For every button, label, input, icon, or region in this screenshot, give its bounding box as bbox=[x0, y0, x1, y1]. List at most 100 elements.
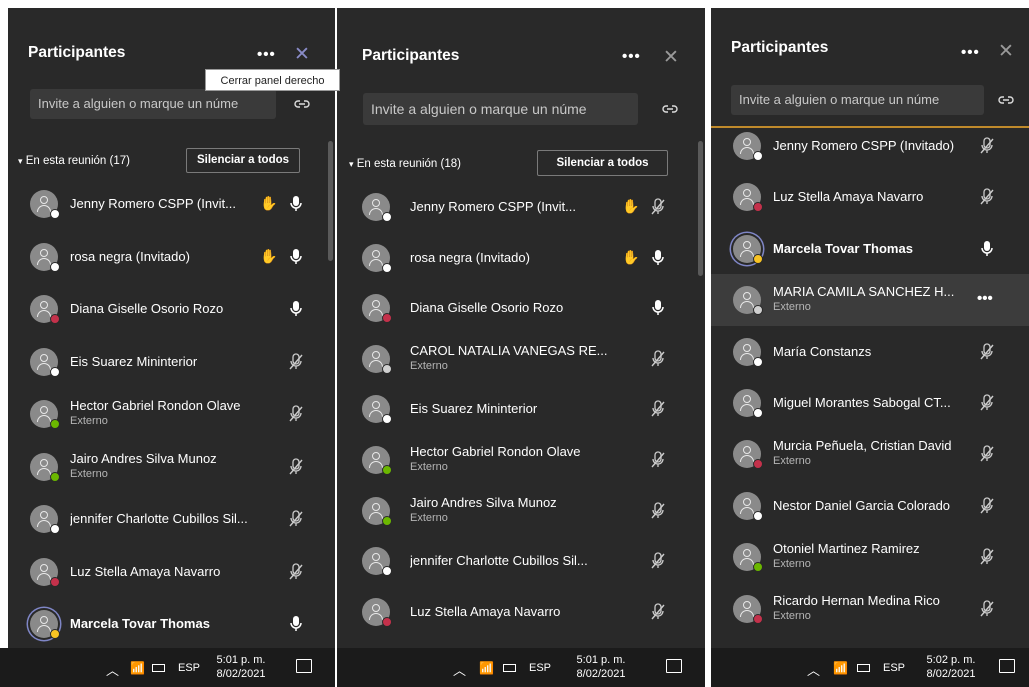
more-options-icon[interactable]: ••• bbox=[961, 44, 980, 61]
presence-status-icon bbox=[382, 313, 392, 324]
participant-subtitle: Externo bbox=[410, 461, 448, 473]
participant-row[interactable]: Eis Suarez Mininterior bbox=[8, 336, 335, 388]
participant-row[interactable]: Murcia Peñuela, Cristian David Externo bbox=[711, 428, 1029, 480]
battery-icon[interactable] bbox=[503, 664, 516, 672]
participant-subtitle: Externo bbox=[773, 609, 811, 622]
notifications-icon[interactable] bbox=[296, 659, 312, 673]
presence-status-icon bbox=[753, 510, 763, 521]
invite-input[interactable]: Invite a alguien o marque un núme bbox=[30, 89, 276, 119]
mute-all-button[interactable]: Silenciar a todos bbox=[186, 148, 300, 173]
participant-row[interactable]: rosa negra (Invitado) ✋ bbox=[8, 231, 335, 283]
participant-subtitle: Externo bbox=[773, 558, 811, 571]
close-icon[interactable]: ✕ bbox=[663, 46, 679, 69]
presence-status-icon bbox=[382, 566, 392, 577]
participant-row[interactable]: Ricardo Hernan Medina Rico Externo bbox=[711, 583, 1029, 635]
participant-row[interactable]: Luz Stella Amaya Navarro bbox=[711, 171, 1029, 223]
link-icon[interactable] bbox=[294, 99, 310, 109]
participant-row[interactable]: Luz Stella Amaya Navarro bbox=[337, 586, 705, 638]
participant-row[interactable]: Jenny Romero CSPP (Invit... ✋ bbox=[337, 181, 705, 233]
close-icon[interactable]: ✕ bbox=[998, 40, 1014, 63]
presence-status-icon bbox=[382, 414, 392, 425]
language-indicator[interactable]: ESP bbox=[178, 662, 200, 674]
notifications-icon[interactable] bbox=[999, 659, 1015, 673]
section-in-meeting[interactable]: ▾ En esta reunión (18) bbox=[349, 158, 461, 170]
clock[interactable]: 5:02 p. m. 8/02/2021 bbox=[916, 653, 986, 681]
participant-row[interactable]: Eis Suarez Mininterior bbox=[337, 383, 705, 435]
participant-row[interactable]: Jairo Andres Silva Munoz Externo bbox=[8, 441, 335, 493]
presence-status-icon bbox=[50, 471, 60, 482]
participant-row[interactable]: Diana Giselle Osorio Rozo bbox=[337, 282, 705, 334]
notifications-icon[interactable] bbox=[666, 659, 682, 673]
participant-row[interactable]: jennifer Charlotte Cubillos Sil... bbox=[8, 493, 335, 545]
presence-status-icon bbox=[382, 363, 392, 374]
raised-hand-icon: ✋ bbox=[260, 247, 278, 264]
battery-icon[interactable] bbox=[857, 664, 870, 672]
wifi-icon[interactable]: 📶 bbox=[833, 661, 848, 675]
participant-row[interactable]: jennifer Charlotte Cubillos Sil... bbox=[337, 535, 705, 587]
microphone-off-icon bbox=[650, 400, 666, 418]
participant-row[interactable]: Otoniel Martinez Ramirez Externo bbox=[711, 531, 1029, 583]
participant-row[interactable]: CAROL NATALIA VANEGAS RE... Externo bbox=[337, 333, 705, 385]
presence-status-icon bbox=[753, 202, 763, 213]
participant-row[interactable]: Jenny Romero CSPP (Invit... ✋ bbox=[8, 178, 335, 230]
presence-status-icon bbox=[382, 212, 392, 222]
microphone-off-icon bbox=[979, 445, 995, 463]
presence-status-icon bbox=[382, 465, 392, 475]
participant-name: María Constanzs bbox=[773, 343, 872, 359]
participants-panel-1: Participantes ••• ✕ Invite a alguien o m… bbox=[8, 8, 335, 687]
close-icon[interactable]: ✕ bbox=[294, 43, 310, 66]
chevron-up-icon[interactable]: ︿ bbox=[807, 660, 820, 679]
participant-row[interactable]: Jairo Andres Silva Munoz Externo bbox=[337, 485, 705, 537]
date: 8/02/2021 bbox=[926, 668, 976, 680]
time: 5:02 p. m. bbox=[926, 654, 976, 666]
participant-name: Eis Suarez Mininterior bbox=[70, 353, 198, 369]
presence-status-icon bbox=[50, 629, 60, 639]
participant-row[interactable]: Nestor Daniel Garcia Colorado bbox=[711, 480, 1029, 532]
participant-name: Ricardo Hernan Medina Rico bbox=[773, 592, 940, 608]
more-options-icon[interactable]: ••• bbox=[977, 290, 993, 307]
microphone-off-icon bbox=[288, 510, 304, 528]
participant-row[interactable]: Hector Gabriel Rondon Olave Externo bbox=[337, 434, 705, 486]
participant-row[interactable]: Miguel Morantes Sabogal CT... bbox=[711, 377, 1029, 429]
participant-subtitle: Externo bbox=[70, 415, 108, 427]
participant-row[interactable]: MARIA CAMILA SANCHEZ H... Externo ••• bbox=[711, 274, 1029, 327]
participant-row[interactable]: Marcela Tovar Thomas bbox=[8, 598, 335, 650]
presence-status-icon bbox=[50, 261, 60, 272]
invite-input[interactable]: Invite a alguien o marque un núme bbox=[363, 93, 638, 125]
battery-icon[interactable] bbox=[152, 664, 165, 672]
participant-row[interactable]: Luz Stella Amaya Navarro bbox=[8, 546, 335, 598]
participant-subtitle: Externo bbox=[773, 455, 811, 468]
invite-input[interactable]: Invite a alguien o marque un núme bbox=[731, 85, 984, 115]
wifi-icon[interactable]: 📶 bbox=[479, 661, 494, 675]
date: 8/02/2021 bbox=[216, 668, 266, 680]
microphone-off-icon bbox=[979, 497, 995, 515]
wifi-icon[interactable]: 📶 bbox=[130, 661, 145, 675]
chevron-down-icon: ▾ bbox=[18, 156, 23, 166]
more-options-icon[interactable]: ••• bbox=[257, 46, 276, 63]
link-icon[interactable] bbox=[662, 104, 678, 114]
participant-row[interactable]: rosa negra (Invitado) ✋ bbox=[337, 232, 705, 284]
clock[interactable]: 5:01 p. m. 8/02/2021 bbox=[206, 653, 276, 681]
section-in-meeting[interactable]: ▾ En esta reunión (17) bbox=[18, 155, 130, 167]
link-icon[interactable] bbox=[998, 95, 1014, 105]
participant-name: rosa negra (Invitado) bbox=[410, 249, 530, 265]
presence-status-icon bbox=[382, 515, 392, 526]
chevron-up-icon[interactable]: ︿ bbox=[453, 660, 466, 679]
chevron-up-icon[interactable]: ︿ bbox=[106, 660, 119, 679]
participant-name: Jenny Romero CSPP (Invit... bbox=[410, 199, 576, 214]
date: 8/02/2021 bbox=[576, 668, 626, 680]
presence-status-icon bbox=[382, 616, 392, 627]
participant-row[interactable]: Marcela Tovar Thomas bbox=[711, 223, 1029, 275]
clock[interactable]: 5:01 p. m. 8/02/2021 bbox=[565, 653, 637, 681]
language-indicator[interactable]: ESP bbox=[883, 662, 905, 674]
chevron-down-icon: ▾ bbox=[349, 159, 354, 169]
microphone-off-icon bbox=[650, 552, 666, 570]
microphone-off-icon bbox=[979, 394, 995, 412]
more-options-icon[interactable]: ••• bbox=[622, 48, 641, 65]
participant-row[interactable]: Diana Giselle Osorio Rozo bbox=[8, 283, 335, 335]
participant-row[interactable]: María Constanzs bbox=[711, 326, 1029, 378]
presence-status-icon bbox=[753, 562, 763, 573]
language-indicator[interactable]: ESP bbox=[529, 662, 551, 674]
participant-row[interactable]: Hector Gabriel Rondon Olave Externo bbox=[8, 388, 335, 440]
mute-all-button[interactable]: Silenciar a todos bbox=[537, 150, 668, 176]
